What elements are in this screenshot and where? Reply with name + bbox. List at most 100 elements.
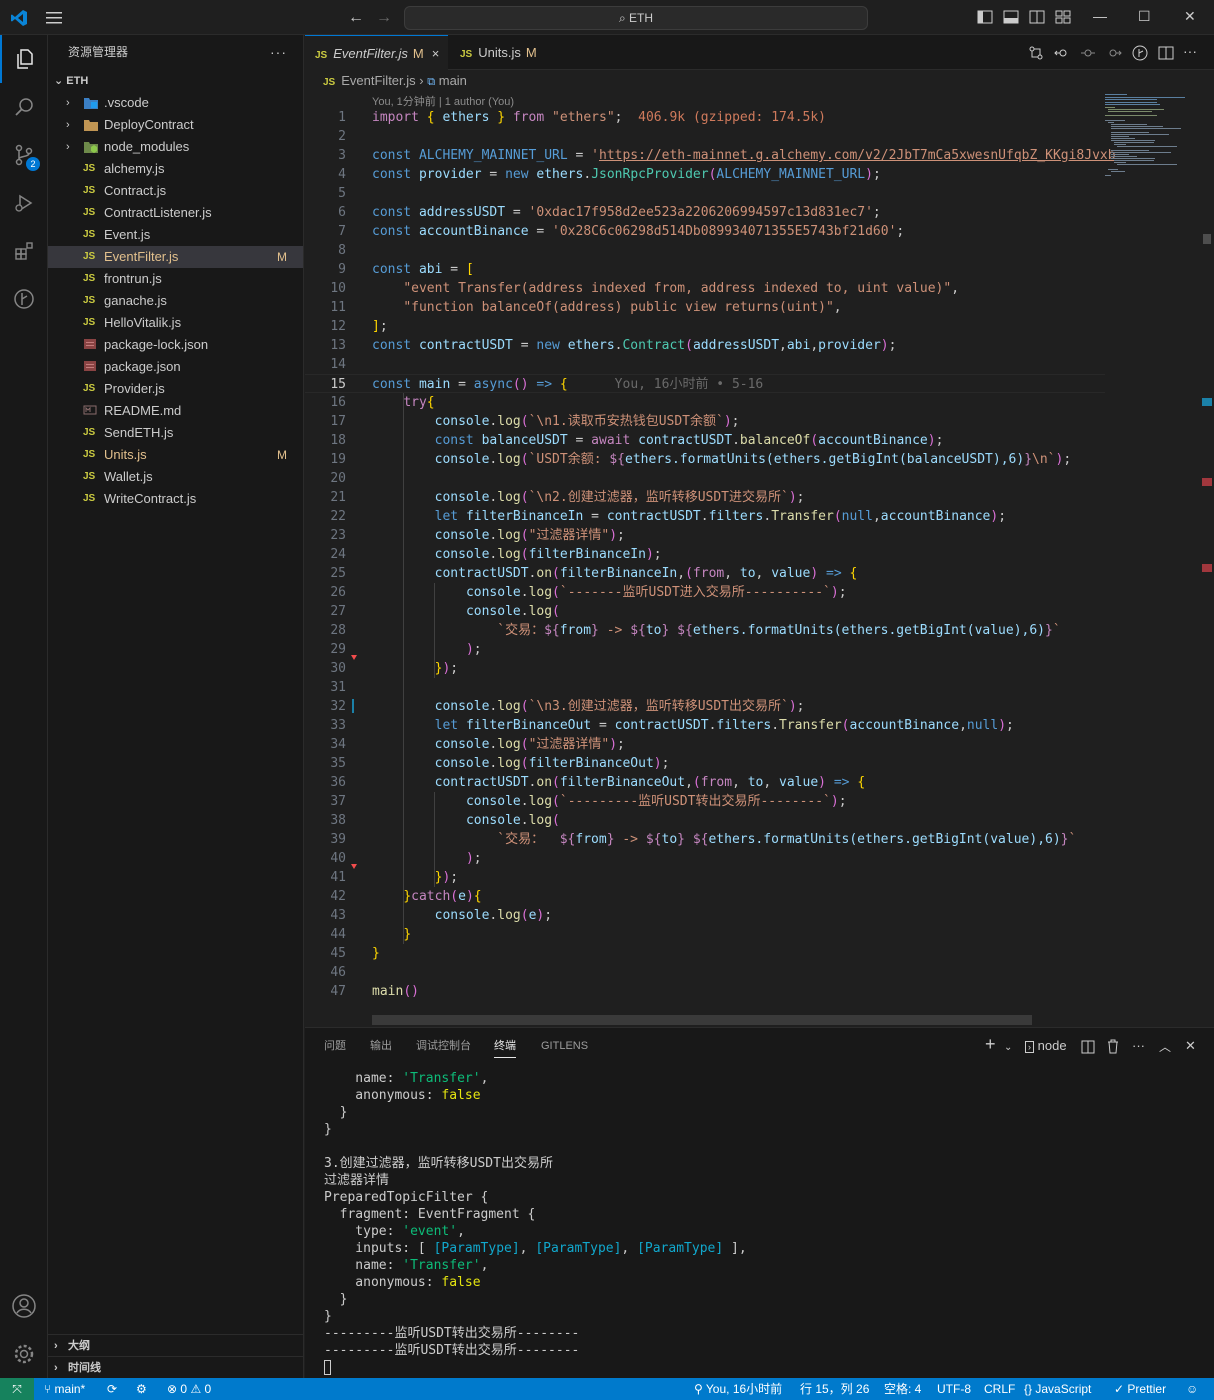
split-terminal-icon[interactable] bbox=[1081, 1040, 1095, 1054]
editor-scrollbar[interactable] bbox=[1200, 92, 1214, 1027]
blame-status[interactable]: ⚲ You, 16小时前 bbox=[694, 1378, 782, 1400]
code-line[interactable]: 32 console.log(`\n3.创建过滤器，监听转移USDT出交易所`)… bbox=[305, 697, 1105, 716]
source-control-icon[interactable]: 2 bbox=[0, 131, 48, 179]
code-line[interactable]: 29 ); bbox=[305, 640, 1105, 659]
code-line[interactable]: 1 import { ethers } from "ethers"; 406.9k… bbox=[305, 108, 1105, 127]
gitlens-icon[interactable] bbox=[0, 275, 48, 323]
code-line[interactable]: 45} bbox=[305, 944, 1105, 963]
panel-tab[interactable]: 问题 bbox=[324, 1028, 346, 1063]
back-arrow-icon[interactable]: ← bbox=[348, 9, 364, 27]
more-actions-icon[interactable]: ··· bbox=[270, 35, 287, 70]
terminal-cursor[interactable] bbox=[324, 1359, 331, 1376]
code-line[interactable]: 35 console.log(filterBinanceOut); bbox=[305, 754, 1105, 773]
tree-item[interactable]: JS ContractListener.js bbox=[48, 202, 303, 224]
tree-item[interactable]: package.json bbox=[48, 356, 303, 378]
panel-tab[interactable]: 输出 bbox=[370, 1028, 392, 1063]
breadcrumb-file[interactable]: EventFilter.js bbox=[341, 73, 415, 88]
tab-units[interactable]: JS Units.js M bbox=[450, 35, 567, 70]
indentation[interactable]: 空格: 4 bbox=[884, 1378, 921, 1400]
line-ending[interactable]: CRLF bbox=[984, 1378, 1015, 1400]
tree-item[interactable]: JS Event.js bbox=[48, 224, 303, 246]
sync-icon[interactable]: ⟳ bbox=[107, 1378, 117, 1400]
code-line[interactable]: 33 let filterBinanceOut = contractUSDT.f… bbox=[305, 716, 1105, 735]
gitlens-inspect-icon[interactable] bbox=[1132, 45, 1148, 61]
panel-tab[interactable]: GITLENS bbox=[541, 1028, 588, 1063]
cursor-position[interactable]: 行 15，列 26 bbox=[800, 1378, 869, 1400]
code-line[interactable]: 47 main() bbox=[305, 982, 1105, 1001]
language-mode[interactable]: {} JavaScript bbox=[1024, 1378, 1091, 1400]
code-line[interactable]: 46 bbox=[305, 963, 1105, 982]
code-line[interactable]: 18 const balanceUSDT = await contractUSD… bbox=[305, 431, 1105, 450]
tree-item[interactable]: JS Contract.js bbox=[48, 180, 303, 202]
encoding[interactable]: UTF-8 bbox=[937, 1378, 971, 1400]
kill-terminal-icon[interactable] bbox=[1106, 1039, 1120, 1054]
gutter-deletion-marker[interactable] bbox=[351, 864, 357, 869]
close-window-icon[interactable]: ✕ bbox=[1184, 8, 1196, 25]
tree-item[interactable]: JS Wallet.js bbox=[48, 466, 303, 488]
tree-item[interactable]: › .vscode bbox=[48, 92, 303, 114]
gutter-change-marker[interactable] bbox=[352, 699, 354, 713]
toggle-sidebar-icon[interactable] bbox=[977, 10, 993, 24]
tree-item[interactable]: JS WriteContract.js bbox=[48, 488, 303, 510]
toggle-secondary-sidebar-icon[interactable] bbox=[1029, 10, 1045, 24]
settings-gear-icon[interactable] bbox=[0, 1330, 48, 1378]
code-line[interactable]: 11 "function balanceOf(address) public v… bbox=[305, 298, 1105, 317]
code-line[interactable]: 6 const addressUSDT = '0xdac17f958d2ee523… bbox=[305, 203, 1105, 222]
code-line[interactable]: 5 bbox=[305, 184, 1105, 203]
code-line[interactable]: 21 console.log(`\n2.创建过滤器，监听转移USDT进交易所`)… bbox=[305, 488, 1105, 507]
code-line[interactable]: 7 const accountBinance = '0x28C6c06298d51… bbox=[305, 222, 1105, 241]
code-line[interactable]: 42 }catch(e){ bbox=[305, 887, 1105, 906]
tree-item[interactable]: › node_modules bbox=[48, 136, 303, 158]
code-line[interactable]: 15 const main = async() => { You, 16小时前 •… bbox=[305, 374, 1105, 393]
code-line[interactable]: 24 console.log(filterBinanceIn); bbox=[305, 545, 1105, 564]
minimap[interactable] bbox=[1100, 92, 1200, 192]
outline-section[interactable]: › 大纲 bbox=[48, 1334, 304, 1356]
code-line[interactable]: 16 try{ bbox=[305, 393, 1105, 412]
split-editor-icon[interactable] bbox=[1158, 45, 1174, 61]
search-view-icon[interactable] bbox=[0, 83, 48, 131]
maximize-panel-icon[interactable]: ︿ bbox=[1159, 1038, 1171, 1055]
tree-item[interactable]: JS Units.js M bbox=[48, 444, 303, 466]
run-debug-icon[interactable] bbox=[0, 179, 48, 227]
code-line[interactable]: 36 contractUSDT.on(filterBinanceOut,(fro… bbox=[305, 773, 1105, 792]
code-line[interactable]: 34 console.log("过滤器详情"); bbox=[305, 735, 1105, 754]
code-line[interactable]: 3 const ALCHEMY_MAINNET_URL = 'https://et… bbox=[305, 146, 1115, 165]
tree-item[interactable]: JS HelloVitalik.js bbox=[48, 312, 303, 334]
toggle-panel-icon[interactable] bbox=[1003, 10, 1019, 24]
code-line[interactable]: 14 bbox=[305, 355, 1105, 374]
formatter-status[interactable]: ✓ Prettier bbox=[1114, 1378, 1166, 1400]
tree-item[interactable]: JS SendETH.js bbox=[48, 422, 303, 444]
code-line[interactable]: 41 }); bbox=[305, 868, 1105, 887]
timeline-section[interactable]: › 时间线 bbox=[48, 1356, 304, 1378]
more-editor-actions-icon[interactable]: ··· bbox=[1183, 43, 1199, 59]
branch-indicator[interactable]: ⑂ main* bbox=[44, 1378, 85, 1400]
code-line[interactable]: 8 bbox=[305, 241, 1105, 260]
commit-graph-icon[interactable] bbox=[1080, 45, 1096, 61]
more-panel-actions-icon[interactable]: ··· bbox=[1132, 1038, 1145, 1053]
panel-tab[interactable]: 终端 bbox=[494, 1028, 516, 1058]
remote-indicator[interactable]: ⤧ bbox=[0, 1378, 34, 1400]
open-changes-icon[interactable] bbox=[1028, 45, 1044, 61]
code-editor[interactable]: You, 1分钟前 | 1 author (You) 1 import { eth… bbox=[305, 92, 1214, 1027]
tree-item[interactable]: package-lock.json bbox=[48, 334, 303, 356]
previous-change-icon[interactable] bbox=[1054, 45, 1070, 61]
tree-item[interactable]: JS frontrun.js bbox=[48, 268, 303, 290]
code-line[interactable]: 12]; bbox=[305, 317, 1105, 336]
codelens-blame[interactable]: You, 1分钟前 | 1 author (You) bbox=[372, 93, 514, 109]
customize-layout-icon[interactable] bbox=[1055, 10, 1071, 24]
code-line[interactable]: 39 `交易： ${from} -> ${to} ${ethers.format… bbox=[305, 830, 1105, 849]
code-line[interactable]: 37 console.log(`---------监听USDT转出交易所----… bbox=[305, 792, 1105, 811]
tree-item[interactable]: JS alchemy.js bbox=[48, 158, 303, 180]
close-tab-icon[interactable]: × bbox=[432, 46, 440, 61]
chevron-down-icon[interactable]: ⌄ bbox=[1004, 1042, 1012, 1053]
tree-item[interactable]: JS ganache.js bbox=[48, 290, 303, 312]
explorer-icon[interactable] bbox=[0, 35, 48, 83]
tab-eventfilter[interactable]: JS EventFilter.js M × bbox=[305, 35, 448, 70]
code-line[interactable]: 9 const abi = [ bbox=[305, 260, 1105, 279]
gutter-deletion-marker[interactable] bbox=[351, 655, 357, 660]
code-line[interactable]: 22 let filterBinanceIn = contractUSDT.fi… bbox=[305, 507, 1105, 526]
tree-item[interactable]: JS EventFilter.js M bbox=[48, 246, 303, 268]
workspace-root[interactable]: ⌄ ETH bbox=[48, 70, 303, 92]
problems-indicator[interactable]: ⊗ 0 ⚠ 0 bbox=[167, 1378, 211, 1400]
gitlens-status-icon[interactable]: ⚙ bbox=[136, 1378, 147, 1400]
